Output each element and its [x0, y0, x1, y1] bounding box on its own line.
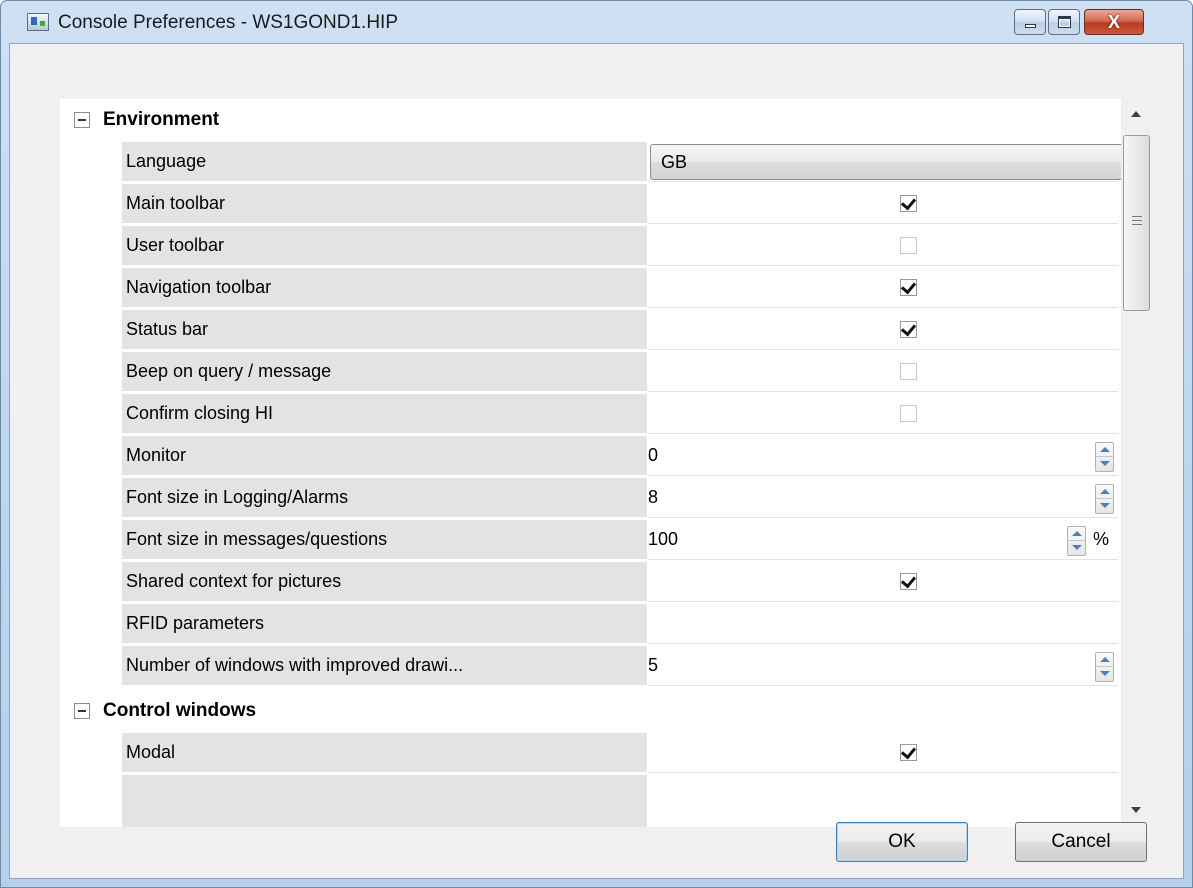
- font-logging-input[interactable]: 8: [648, 478, 1118, 518]
- font-logging-value: 8: [648, 487, 659, 507]
- rfid-input[interactable]: [648, 604, 1118, 644]
- scroll-up-arrow-icon[interactable]: [1121, 99, 1152, 133]
- property-row-shared-context: Shared context for pictures: [60, 561, 1118, 603]
- property-value: [648, 184, 1118, 224]
- app-window-icon: [27, 13, 49, 31]
- property-name: [122, 775, 647, 827]
- title-bar[interactable]: Console Preferences - WS1GOND1.HIP X: [1, 1, 1192, 43]
- property-row-modal: Modal: [60, 732, 1118, 774]
- property-value: [648, 268, 1118, 308]
- language-selected-value: GB: [661, 152, 688, 172]
- ok-button[interactable]: OK: [836, 822, 968, 862]
- scroll-thumb[interactable]: [1123, 135, 1150, 311]
- category-label: Environment: [103, 109, 220, 130]
- navigation-toolbar-checkbox[interactable]: [900, 279, 917, 296]
- property-row-main-toolbar: Main toolbar: [60, 183, 1118, 225]
- property-row-font-logging: Font size in Logging/Alarms 8: [60, 477, 1118, 519]
- property-name[interactable]: User toolbar: [122, 226, 647, 266]
- property-value: [648, 394, 1118, 434]
- maximize-button[interactable]: [1048, 9, 1080, 35]
- property-row-font-messages: Font size in messages/questions 100 %: [60, 519, 1118, 561]
- minimize-icon: [1025, 24, 1036, 28]
- property-name[interactable]: RFID parameters: [122, 604, 647, 644]
- property-name[interactable]: Monitor: [122, 436, 647, 476]
- user-toolbar-checkbox[interactable]: [900, 237, 917, 254]
- main-toolbar-checkbox[interactable]: [900, 195, 917, 212]
- close-button[interactable]: X: [1084, 9, 1144, 35]
- font-messages-value: 100: [648, 529, 679, 549]
- property-value: [648, 310, 1118, 350]
- category-environment: Environment: [60, 99, 1118, 141]
- property-value: [648, 352, 1118, 392]
- property-row-status-bar: Status bar: [60, 309, 1118, 351]
- percent-unit: %: [1093, 529, 1110, 549]
- windows-improved-input[interactable]: 5: [648, 646, 1118, 686]
- collapse-toggle-icon[interactable]: [74, 703, 90, 719]
- property-row-navigation-toolbar: Navigation toolbar: [60, 267, 1118, 309]
- property-row-language: Language GB: [60, 141, 1152, 183]
- collapse-toggle-icon[interactable]: [74, 112, 90, 128]
- monitor-spinner[interactable]: [1095, 442, 1114, 472]
- property-name[interactable]: Shared context for pictures: [122, 562, 647, 602]
- status-bar-checkbox[interactable]: [900, 321, 917, 338]
- dialog-window: Console Preferences - WS1GOND1.HIP X Env…: [0, 0, 1193, 888]
- windows-improved-spinner[interactable]: [1095, 652, 1114, 682]
- category-label: Control windows: [103, 700, 257, 721]
- property-row-user-toolbar: User toolbar: [60, 225, 1118, 267]
- close-icon: X: [1107, 12, 1120, 32]
- property-row-monitor: Monitor 0: [60, 435, 1118, 477]
- minimize-button[interactable]: [1014, 9, 1046, 35]
- grip-icon: [1132, 216, 1142, 225]
- monitor-value: 0: [648, 445, 659, 465]
- property-row-partial: [60, 774, 1118, 827]
- confirm-closing-checkbox[interactable]: [900, 405, 917, 422]
- property-name[interactable]: Number of windows with improved drawi...: [122, 646, 647, 686]
- property-name[interactable]: Modal: [122, 733, 647, 773]
- font-messages-spinner[interactable]: [1067, 526, 1086, 556]
- modal-checkbox[interactable]: [900, 744, 917, 761]
- property-row-beep: Beep on query / message: [60, 351, 1118, 393]
- beep-checkbox[interactable]: [900, 363, 917, 380]
- property-name[interactable]: Language: [122, 142, 647, 182]
- property-value: [648, 226, 1118, 266]
- language-dropdown[interactable]: GB: [650, 144, 1152, 180]
- property-name[interactable]: Font size in Logging/Alarms: [122, 478, 647, 518]
- property-name[interactable]: Navigation toolbar: [122, 268, 647, 308]
- category-control-windows: Control windows: [60, 690, 1118, 732]
- window-title: Console Preferences - WS1GOND1.HIP: [58, 12, 399, 33]
- property-grid: Environment Language GB Main toolbar Use…: [60, 99, 1152, 827]
- font-messages-input[interactable]: 100 %: [648, 520, 1118, 560]
- maximize-icon: [1058, 16, 1071, 28]
- monitor-input[interactable]: 0: [648, 436, 1118, 476]
- vertical-scrollbar[interactable]: [1121, 99, 1152, 827]
- property-row-confirm-closing: Confirm closing HI: [60, 393, 1118, 435]
- shared-context-checkbox[interactable]: [900, 573, 917, 590]
- property-name[interactable]: Confirm closing HI: [122, 394, 647, 434]
- property-row-rfid: RFID parameters: [60, 603, 1118, 645]
- property-value: [648, 733, 1118, 773]
- property-name[interactable]: Status bar: [122, 310, 647, 350]
- property-row-windows-improved: Number of windows with improved drawi...…: [60, 645, 1118, 687]
- property-value: [648, 562, 1118, 602]
- dialog-client-area: Environment Language GB Main toolbar Use…: [9, 43, 1184, 879]
- property-name[interactable]: Main toolbar: [122, 184, 647, 224]
- property-name[interactable]: Font size in messages/questions: [122, 520, 647, 560]
- property-name[interactable]: Beep on query / message: [122, 352, 647, 392]
- windows-improved-value: 5: [648, 655, 659, 675]
- property-value: GB: [648, 142, 1152, 182]
- font-logging-spinner[interactable]: [1095, 484, 1114, 514]
- cancel-button[interactable]: Cancel: [1015, 822, 1147, 862]
